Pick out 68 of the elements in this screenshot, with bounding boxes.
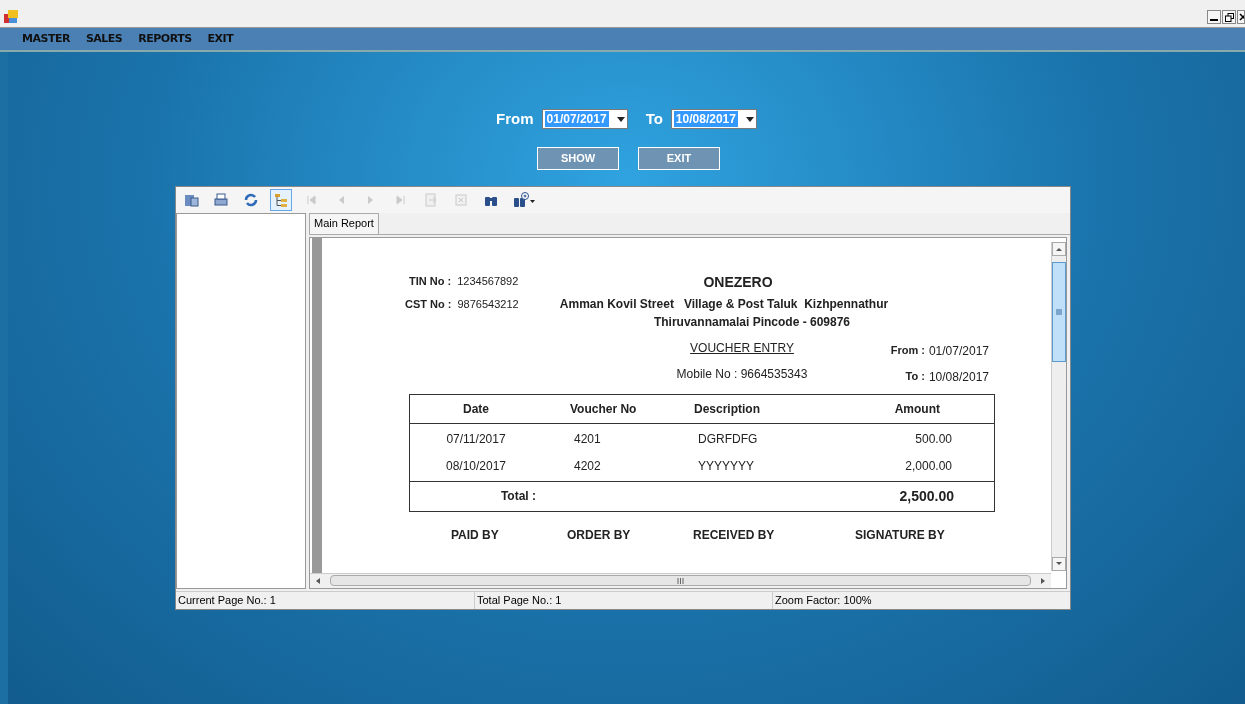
scrollbar-thumb[interactable] xyxy=(1052,261,1066,362)
signature-label: RECEIVED BY xyxy=(693,526,776,544)
to-label: To : xyxy=(905,368,925,384)
menu-item[interactable]: MASTER xyxy=(22,30,70,48)
tree-icon xyxy=(273,191,289,208)
column-header: Date xyxy=(463,400,489,418)
close-button[interactable] xyxy=(1237,10,1245,24)
date-dropdown[interactable]: 10/08/2017 xyxy=(670,109,757,130)
close-icon xyxy=(1238,11,1244,23)
tin-value: 1234567892 xyxy=(457,273,519,289)
scrollbar-thumb[interactable] xyxy=(330,575,1031,586)
main-report-tab[interactable]: Main Report xyxy=(309,212,379,234)
app-icon xyxy=(4,10,18,24)
table-cell-text: 500.00 xyxy=(915,430,952,448)
date-dropdown[interactable]: 01/07/2017 xyxy=(541,109,628,130)
tin-label: TIN No : xyxy=(409,273,452,289)
caret-icon xyxy=(745,116,754,122)
from-label: From xyxy=(496,109,534,129)
from-label: From : xyxy=(890,342,925,358)
zoom-binoculars-icon xyxy=(513,191,537,208)
menu-item[interactable]: REPORTS xyxy=(138,30,192,48)
table-cell-text: 4201 xyxy=(574,430,602,448)
grip-icon xyxy=(677,577,684,584)
signature-label: SIGNATURE BY xyxy=(855,526,946,544)
status-text: Zoom Factor: 100% xyxy=(772,591,1070,609)
status-text: Total Page No.: 1 xyxy=(474,591,772,609)
table-cell-text: 4202 xyxy=(574,457,602,475)
refresh-icon xyxy=(243,191,259,208)
grip-icon xyxy=(1056,308,1062,315)
cst-label: CST No : xyxy=(405,297,452,312)
minimize-icon xyxy=(1210,19,1218,21)
table-cell-text: 2,000.00 xyxy=(905,457,952,475)
column-header: Description xyxy=(694,400,761,418)
menu-item[interactable]: EXIT xyxy=(207,30,234,48)
report-title: VOUCHER ENTRY xyxy=(690,339,794,357)
table-cell-text: DGRFDFG xyxy=(698,430,759,448)
scroll-up-icon[interactable] xyxy=(1052,241,1066,256)
scroll-down-icon[interactable] xyxy=(1052,556,1066,571)
signature-label: PAID BY xyxy=(451,526,500,544)
total-amount: 2,500.00 xyxy=(899,486,954,506)
restore-button[interactable] xyxy=(1222,10,1236,24)
exit-button[interactable]: EXIT xyxy=(638,146,720,170)
to-date: 10/08/2017 xyxy=(928,368,989,386)
printer-icon xyxy=(213,191,229,208)
address-line: Amman Kovil Street Village & Post Taluk Kizhpennathur xyxy=(559,295,889,313)
company-name: ONEZERO xyxy=(703,272,773,292)
signature-label: ORDER BY xyxy=(567,526,632,544)
column-header: Voucher No xyxy=(570,400,638,418)
table-cell-text: 08/10/2017 xyxy=(445,457,507,475)
vertical-scrollbar[interactable] xyxy=(1051,241,1066,571)
status-text: Current Page No.: 1 xyxy=(177,592,277,608)
caret-icon xyxy=(616,116,625,122)
cst-value: 9876543212 xyxy=(457,297,519,312)
scroll-left-icon[interactable] xyxy=(314,576,322,585)
scroll-right-icon[interactable] xyxy=(1039,576,1047,585)
restore-icon xyxy=(1224,12,1234,22)
to-label: To xyxy=(645,109,663,129)
stop-icon xyxy=(453,191,469,208)
table-cell-text: YYYYYYY xyxy=(698,457,756,475)
table-cell-text: 07/11/2017 xyxy=(446,430,506,448)
total-label: Total : xyxy=(500,488,536,505)
from-date: 01/07/2017 xyxy=(928,342,989,360)
menu-item[interactable]: SALES xyxy=(85,30,123,48)
address-line: Thiruvannamalai Pincode - 609876 xyxy=(653,313,851,331)
column-header: Amount xyxy=(894,400,940,418)
mobile-number: Mobile No : 9664535343 xyxy=(676,365,808,383)
minimize-button[interactable] xyxy=(1207,10,1221,24)
show-button[interactable]: SHOW xyxy=(537,146,619,170)
